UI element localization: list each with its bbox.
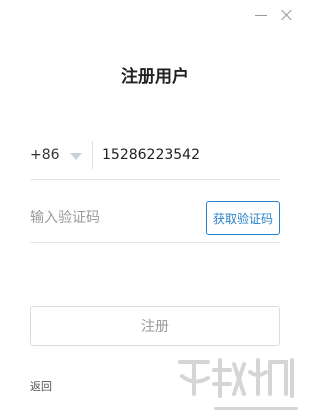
country-code-dropdown[interactable]: +86	[30, 131, 90, 179]
window-controls	[254, 8, 294, 22]
close-button[interactable]	[280, 8, 294, 22]
get-code-button[interactable]: 获取验证码	[205, 201, 280, 235]
back-link[interactable]: 返回	[30, 378, 52, 394]
verification-code-input[interactable]	[30, 194, 180, 242]
close-icon	[281, 9, 293, 21]
register-button[interactable]: 注册	[30, 306, 280, 346]
phone-input[interactable]	[102, 131, 272, 179]
watermark-subtitle-icon	[214, 407, 298, 410]
divider	[92, 141, 93, 169]
chevron-down-icon	[69, 152, 82, 160]
phone-row: +86	[30, 131, 280, 180]
minimize-icon	[255, 14, 267, 16]
watermark-logo	[174, 352, 304, 414]
page-title: 注册用户	[121, 67, 189, 87]
country-code-value: +86	[30, 147, 60, 163]
watermark-logo-icon	[178, 358, 294, 398]
code-row: 获取验证码	[30, 194, 280, 243]
minimize-button[interactable]	[254, 8, 268, 22]
